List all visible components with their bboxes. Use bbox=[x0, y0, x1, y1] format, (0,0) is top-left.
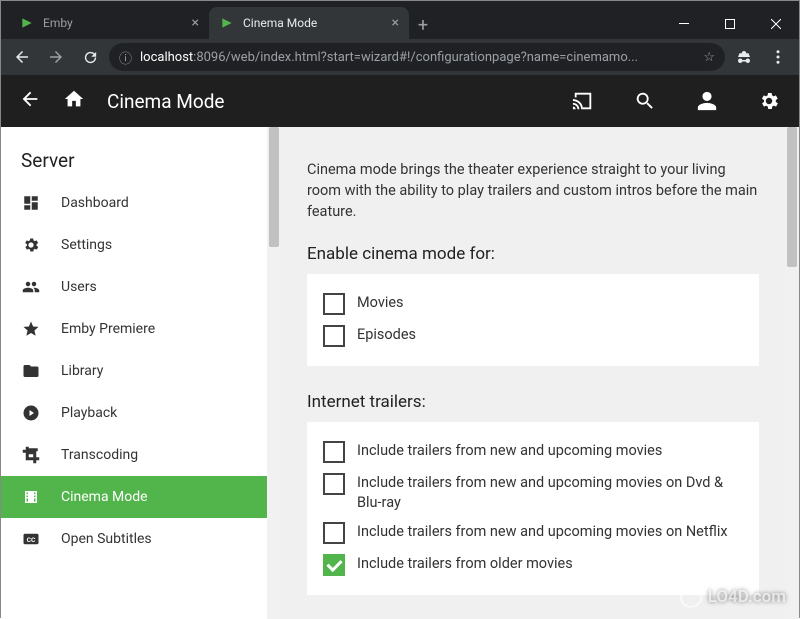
svg-text:CC: CC bbox=[27, 536, 36, 544]
checkbox-label: Include trailers from new and upcoming m… bbox=[357, 522, 728, 542]
browser-address-bar: ⓘ localhost:8096/web/index.html?start=wi… bbox=[1, 39, 799, 75]
browser-tab-emby[interactable]: Emby × bbox=[9, 7, 209, 39]
nav-back-button[interactable] bbox=[7, 42, 37, 72]
site-info-icon[interactable]: ⓘ bbox=[119, 48, 132, 67]
people-icon bbox=[21, 277, 41, 297]
window-controls bbox=[661, 9, 799, 39]
sidebar-item-label: Open Subtitles bbox=[61, 531, 152, 547]
internet-trailers-options: Include trailers from new and upcoming m… bbox=[307, 422, 759, 595]
sidebar-item-label: Playback bbox=[61, 405, 117, 421]
sidebar-item-playback[interactable]: Playback bbox=[1, 392, 267, 434]
sidebar-item-library[interactable]: Library bbox=[1, 350, 267, 392]
sidebar-item-dashboard[interactable]: Dashboard bbox=[1, 182, 267, 224]
checkbox-icon bbox=[323, 325, 345, 347]
browser-titlebar: Emby × Cinema Mode × + bbox=[1, 1, 799, 39]
cc-icon: CC bbox=[21, 529, 41, 549]
emby-favicon-icon bbox=[219, 15, 235, 31]
checkbox-trailers-dvd-bluray[interactable]: Include trailers from new and upcoming m… bbox=[323, 468, 743, 517]
window-maximize-button[interactable] bbox=[707, 9, 753, 39]
film-icon bbox=[21, 487, 41, 507]
sidebar-item-transcoding[interactable]: Transcoding bbox=[1, 434, 267, 476]
sidebar-item-label: Cinema Mode bbox=[61, 489, 148, 505]
url-text: localhost:8096/web/index.html?start=wiza… bbox=[140, 50, 638, 65]
sidebar-item-label: Library bbox=[61, 363, 103, 379]
search-icon[interactable] bbox=[633, 89, 657, 113]
window-close-button[interactable] bbox=[753, 9, 799, 39]
section-title-trailers: Internet trailers: bbox=[307, 392, 759, 412]
tab-label: Cinema Mode bbox=[243, 16, 317, 30]
transform-icon bbox=[21, 445, 41, 465]
checkbox-trailers-netflix[interactable]: Include trailers from new and upcoming m… bbox=[323, 517, 743, 549]
sidebar-item-emby-premiere[interactable]: Emby Premiere bbox=[1, 308, 267, 350]
checkbox-icon bbox=[323, 473, 345, 495]
checkbox-episodes[interactable]: Episodes bbox=[323, 320, 743, 352]
enable-for-options: Movies Episodes bbox=[307, 274, 759, 366]
checkbox-movies[interactable]: Movies bbox=[323, 288, 743, 320]
user-icon[interactable] bbox=[695, 89, 719, 113]
sidebar-item-label: Emby Premiere bbox=[61, 321, 155, 337]
tab-close-icon[interactable]: × bbox=[392, 15, 399, 31]
checkbox-label: Include trailers from new and upcoming m… bbox=[357, 441, 662, 461]
checkbox-label: Episodes bbox=[357, 325, 416, 345]
checkbox-trailers-older[interactable]: Include trailers from older movies bbox=[323, 549, 743, 581]
play-icon bbox=[21, 403, 41, 423]
page-title: Cinema Mode bbox=[107, 90, 224, 113]
sidebar: Server Dashboard Settings Users Emby Pre… bbox=[1, 127, 281, 619]
window-minimize-button[interactable] bbox=[661, 9, 707, 39]
sidebar-item-settings[interactable]: Settings bbox=[1, 224, 267, 266]
intro-text: Cinema mode brings the theater experienc… bbox=[307, 159, 759, 222]
sidebar-item-users[interactable]: Users bbox=[1, 266, 267, 308]
new-tab-button[interactable]: + bbox=[409, 11, 437, 39]
browser-menu-icon[interactable] bbox=[763, 42, 793, 72]
browser-tab-cinema-mode[interactable]: Cinema Mode × bbox=[209, 7, 409, 39]
app-back-button[interactable] bbox=[19, 88, 41, 114]
home-button[interactable] bbox=[63, 88, 85, 114]
app-header: Cinema Mode bbox=[1, 75, 799, 127]
sidebar-item-open-subtitles[interactable]: CC Open Subtitles bbox=[1, 518, 267, 560]
main-scrollbar[interactable] bbox=[785, 127, 799, 619]
sidebar-scrollbar[interactable] bbox=[267, 127, 281, 619]
nav-forward-button[interactable] bbox=[41, 42, 71, 72]
section-title-enable: Enable cinema mode for: bbox=[307, 244, 759, 264]
sidebar-item-label: Users bbox=[61, 279, 97, 295]
sidebar-item-label: Transcoding bbox=[61, 447, 138, 463]
sidebar-item-label: Settings bbox=[61, 237, 112, 253]
checkbox-icon bbox=[323, 441, 345, 463]
folder-icon bbox=[21, 361, 41, 381]
gear-icon bbox=[21, 235, 41, 255]
content-area: Server Dashboard Settings Users Emby Pre… bbox=[1, 127, 799, 619]
cast-icon[interactable] bbox=[571, 89, 595, 113]
checkbox-trailers-new-upcoming[interactable]: Include trailers from new and upcoming m… bbox=[323, 436, 743, 468]
checkbox-label: Include trailers from older movies bbox=[357, 554, 573, 574]
bookmark-star-icon[interactable]: ☆ bbox=[703, 50, 715, 65]
main-content: Cinema mode brings the theater experienc… bbox=[281, 127, 785, 619]
checkbox-icon bbox=[323, 554, 345, 576]
emby-favicon-icon bbox=[19, 15, 35, 31]
sidebar-heading: Server bbox=[1, 127, 267, 182]
tab-label: Emby bbox=[43, 16, 73, 30]
nav-reload-button[interactable] bbox=[75, 42, 105, 72]
checkbox-icon bbox=[323, 293, 345, 315]
incognito-icon[interactable] bbox=[729, 42, 759, 72]
dashboard-icon bbox=[21, 193, 41, 213]
checkbox-label: Include trailers from new and upcoming m… bbox=[357, 473, 743, 512]
settings-gear-icon[interactable] bbox=[757, 89, 781, 113]
star-icon bbox=[21, 319, 41, 339]
sidebar-item-cinema-mode[interactable]: Cinema Mode bbox=[1, 476, 267, 518]
checkbox-label: Movies bbox=[357, 293, 404, 313]
sidebar-item-label: Dashboard bbox=[61, 195, 129, 211]
checkbox-icon bbox=[323, 522, 345, 544]
tab-close-icon[interactable]: × bbox=[192, 15, 199, 31]
url-input[interactable]: ⓘ localhost:8096/web/index.html?start=wi… bbox=[109, 43, 725, 71]
